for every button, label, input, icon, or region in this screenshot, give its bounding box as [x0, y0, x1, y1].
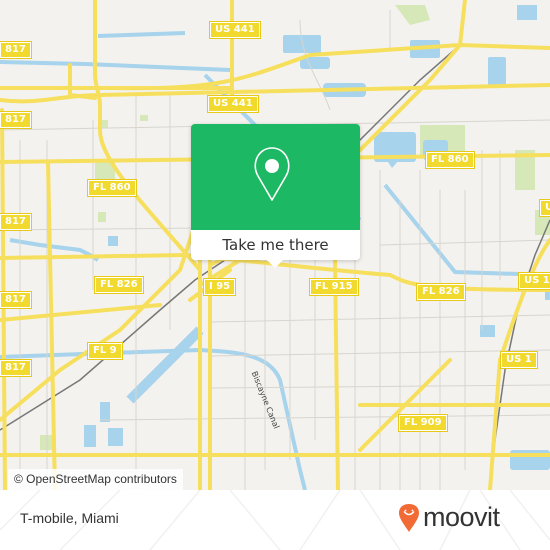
road-shield-us-1: US 1 [539, 199, 550, 217]
road-shield-i-95: I 95 [202, 278, 237, 296]
road-shield-fl-826: FL 826 [416, 283, 466, 301]
take-me-there-button[interactable]: Take me there [191, 230, 360, 260]
road-shield-fl-860: FL 860 [87, 179, 137, 197]
popup-header [191, 124, 360, 230]
road-shield-fl-915: FL 915 [309, 278, 359, 296]
road-shield-fl-909: FL 909 [398, 414, 448, 432]
map-attribution[interactable]: © OpenStreetMap contributors [8, 469, 183, 490]
road-shield-us-441: US 441 [207, 95, 259, 113]
road-shield-817: 817 [0, 41, 32, 59]
road-shield-817: 817 [0, 213, 32, 231]
road-shield-fl-9: FL 9 [87, 342, 123, 360]
moovit-logo[interactable]: moovit [398, 502, 500, 533]
road-shield-us-1: US 1 [500, 351, 538, 369]
footer: T-mobile, Miami moovit [0, 490, 550, 550]
road-shield-817: 817 [0, 111, 32, 129]
road-shield-fl-860: FL 860 [425, 151, 475, 169]
road-shield-fl-826: FL 826 [94, 276, 144, 294]
popup-pointer [267, 260, 283, 268]
location-pin-icon [254, 147, 290, 201]
road-shield-us-441: US 441 [209, 21, 261, 39]
road-shield-817: 817 [0, 291, 32, 309]
road-shield-817: 817 [0, 359, 32, 377]
place-name: T-mobile, Miami [20, 510, 119, 526]
map[interactable]: 817 US 441 US 441 817 FL 860 FL 860 817 … [0, 0, 550, 490]
moovit-pin-icon [399, 503, 419, 532]
moovit-wordmark: moovit [423, 502, 500, 532]
destination-popup[interactable]: Take me there [191, 124, 360, 268]
road-shield-us-1: US 1 [518, 272, 550, 290]
